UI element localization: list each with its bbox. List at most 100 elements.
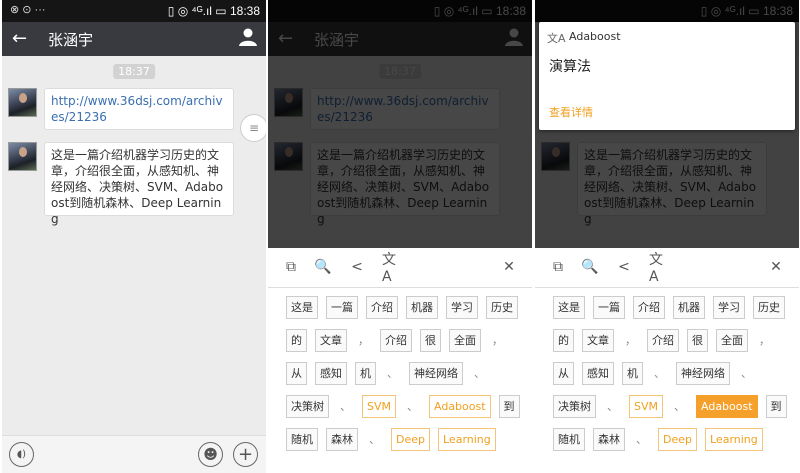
token-chip[interactable]: 机器 xyxy=(406,296,438,319)
token-chip[interactable]: 介绍 xyxy=(380,329,412,352)
token-chip[interactable]: 到 xyxy=(498,395,520,418)
back-arrow-icon[interactable]: ← xyxy=(12,28,27,49)
token-chip[interactable]: 文章 xyxy=(582,329,614,352)
token-chip[interactable]: 历史 xyxy=(486,296,518,319)
token-chip[interactable]: 介绍 xyxy=(633,296,665,319)
token-chip[interactable]: 决策树 xyxy=(553,395,596,418)
view-details-link[interactable]: 查看详情 xyxy=(549,104,593,120)
share-icon[interactable]: < xyxy=(615,258,633,276)
token-chip[interactable]: 很 xyxy=(687,329,708,352)
profile-icon[interactable] xyxy=(238,27,258,47)
token-punct[interactable]: 、 xyxy=(404,396,421,417)
token-chip[interactable]: 很 xyxy=(420,329,441,352)
emoji-icon[interactable]: ☻ xyxy=(198,442,223,467)
timestamp: 18:37 xyxy=(113,64,155,79)
token-chip[interactable]: 到 xyxy=(765,395,787,418)
token-chip[interactable]: SVM xyxy=(629,395,663,418)
token-chip[interactable]: Adaboost xyxy=(696,395,758,418)
share-icon[interactable]: < xyxy=(348,258,366,276)
token-chip[interactable]: Learning xyxy=(438,428,496,451)
translation-result: 演算法 xyxy=(549,59,591,75)
token-chip[interactable]: 介绍 xyxy=(647,329,679,352)
token-punct[interactable]: ， xyxy=(489,330,506,351)
token-chip[interactable]: 从 xyxy=(286,362,307,385)
voice-icon[interactable]: ◖) xyxy=(9,442,34,467)
token-chip[interactable]: 介绍 xyxy=(366,296,398,319)
token-chip[interactable]: Adaboost xyxy=(429,395,491,418)
source-word: Adaboost xyxy=(569,30,621,43)
token-chip[interactable]: 全面 xyxy=(449,329,481,352)
sheet-toolbar: ⧉ 🔍 < 文A ✕ xyxy=(535,248,799,288)
sheet-toolbar: ⧉ 🔍 < 文A ✕ xyxy=(268,248,532,288)
token-chip[interactable]: 随机 xyxy=(553,428,585,451)
translation-popup: 文A Adaboost 演算法 查看详情 xyxy=(539,22,795,130)
input-bar: ◖) ☻ + xyxy=(2,435,266,473)
copy-icon[interactable]: ⧉ xyxy=(549,258,567,276)
token-punct[interactable]: 、 xyxy=(738,363,755,384)
token-chip[interactable]: 机 xyxy=(622,362,643,385)
token-punct[interactable]: ， xyxy=(355,330,372,351)
token-chip[interactable]: 文章 xyxy=(315,329,347,352)
status-bar: ⊗ ⊙ ··· ▯ ◎ ⁴ᴳ.ıl ▭ 18:38 xyxy=(2,0,266,22)
search-icon[interactable]: 🔍 xyxy=(581,258,599,276)
token-punct[interactable]: ， xyxy=(622,330,639,351)
close-icon[interactable]: ✕ xyxy=(500,258,518,276)
token-chip[interactable]: 感知 xyxy=(315,362,347,385)
word-split-sheet: ⧉ 🔍 < 文A ✕ 这是 一篇 介绍 机器 学习 历史的 文章，介绍很全面 ，从 感知机、神经… xyxy=(535,248,799,473)
token-chip[interactable]: 森林 xyxy=(593,428,625,451)
token-punct[interactable]: 、 xyxy=(633,429,650,450)
token-list: 这是 一篇 介绍 机器 学习 历史的 文章，介绍很全面 ，从 感知机、神经网络 、决策树、 SVM、… xyxy=(278,296,528,461)
token-chip[interactable]: 这是 xyxy=(553,296,585,319)
token-chip[interactable]: 的 xyxy=(553,329,574,352)
plus-icon[interactable]: + xyxy=(233,442,258,467)
clock: 18:38 xyxy=(229,4,260,18)
token-chip[interactable]: 感知 xyxy=(582,362,614,385)
token-chip[interactable]: 一篇 xyxy=(593,296,625,319)
token-punct[interactable]: 、 xyxy=(337,396,354,417)
contact-name: 张涵宇 xyxy=(48,31,94,49)
token-chip[interactable]: 的 xyxy=(286,329,307,352)
token-chip[interactable]: 神经网络 xyxy=(676,362,730,385)
token-chip[interactable]: Deep xyxy=(391,428,430,451)
token-chip[interactable]: 随机 xyxy=(286,428,318,451)
token-chip[interactable]: 决策树 xyxy=(286,395,329,418)
token-chip[interactable]: 学习 xyxy=(713,296,745,319)
token-chip[interactable]: 神经网络 xyxy=(409,362,463,385)
token-chip[interactable]: 学习 xyxy=(446,296,478,319)
text-message[interactable]: 这是一篇介绍机器学习历史的文章，介绍很全面，从感知机、神经网络、决策树、SVM、… xyxy=(44,142,234,226)
search-icon[interactable]: 🔍 xyxy=(314,258,332,276)
menu-float-icon[interactable]: ≡ xyxy=(240,114,266,142)
token-punct[interactable]: 、 xyxy=(471,363,488,384)
token-chip[interactable]: 机器 xyxy=(673,296,705,319)
dim-overlay[interactable] xyxy=(268,0,532,248)
translate-icon[interactable]: 文A xyxy=(382,252,400,285)
token-punct[interactable]: 、 xyxy=(671,396,688,417)
translate-icon[interactable]: 文A xyxy=(649,252,667,285)
token-punct[interactable]: ， xyxy=(756,330,773,351)
token-chip[interactable]: 这是 xyxy=(286,296,318,319)
token-punct[interactable]: 、 xyxy=(604,396,621,417)
token-chip[interactable]: 历史 xyxy=(753,296,785,319)
avatar[interactable] xyxy=(8,88,37,117)
word-split-sheet: ⧉ 🔍 < 文A ✕ 这是 一篇 介绍 机器 学习 历史的 文章，介绍很全面 ，从 感知机、神经… xyxy=(268,248,532,473)
token-punct[interactable]: 、 xyxy=(384,363,401,384)
token-chip[interactable]: Deep xyxy=(658,428,697,451)
translate-icon: 文A xyxy=(547,32,566,45)
token-chip[interactable]: 机 xyxy=(355,362,376,385)
avatar[interactable] xyxy=(8,142,37,171)
close-icon[interactable]: ✕ xyxy=(767,258,785,276)
message-list: 18:37 http://www.36dsj.com/archives/2123… xyxy=(2,56,266,436)
chat-panel-2: ▯ ◎ ⁴ᴳ.ıl ▭ 18:38 ← 张涵宇 18:37 http://www… xyxy=(268,0,532,473)
token-chip[interactable]: 全面 xyxy=(716,329,748,352)
chat-panel-3: ▯ ◎ ⁴ᴳ.ıl ▭ 18:38 18:37 这是一篇介绍机器学习历史的文章，… xyxy=(535,0,799,473)
token-punct[interactable]: 、 xyxy=(651,363,668,384)
token-chip[interactable]: 森林 xyxy=(326,428,358,451)
token-punct[interactable]: 、 xyxy=(366,429,383,450)
copy-icon[interactable]: ⧉ xyxy=(282,258,300,276)
token-chip[interactable]: SVM xyxy=(362,395,396,418)
token-chip[interactable]: 一篇 xyxy=(326,296,358,319)
status-icons: ▯ ◎ ⁴ᴳ.ıl ▭ xyxy=(167,4,227,18)
token-chip[interactable]: 从 xyxy=(553,362,574,385)
link-message[interactable]: http://www.36dsj.com/archives/21236 xyxy=(44,88,234,130)
token-chip[interactable]: Learning xyxy=(705,428,763,451)
